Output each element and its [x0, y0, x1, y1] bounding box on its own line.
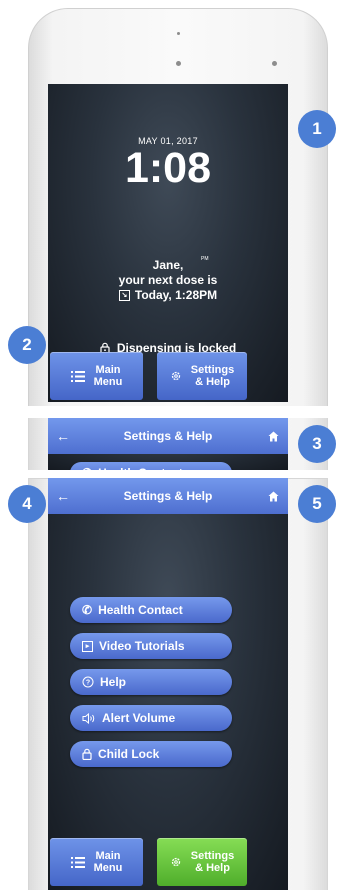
- main-menu-label: Main Menu: [93, 850, 123, 874]
- menu-item-health-contact[interactable]: ✆ Health Contact: [70, 597, 232, 623]
- menu-item-child-lock[interactable]: Child Lock: [70, 741, 232, 767]
- menu-list-icon: [70, 370, 85, 382]
- camera-left: [176, 61, 181, 66]
- settings-header-crop: ← Settings & Help ✆ Health Contact: [48, 418, 288, 470]
- main-menu-button[interactable]: Main Menu: [50, 352, 143, 400]
- callout-badge-4: 4: [8, 485, 46, 523]
- menu-item-health-contact-crop[interactable]: ✆ Health Contact: [70, 462, 232, 470]
- calendar-icon: ↘: [118, 290, 130, 301]
- menu-item-alert-volume[interactable]: Alert Volume: [70, 705, 232, 731]
- next-dose-time: Today, 1:28PM: [134, 288, 218, 302]
- settings-header-title: Settings & Help: [123, 429, 213, 443]
- phone-icon: ✆: [82, 466, 92, 470]
- callout-badge-3: 3: [298, 425, 336, 463]
- clock-time: 1:08: [124, 144, 212, 192]
- lock-screen: MAY 01, 2017 1:08 PM Jane, your next dos…: [48, 84, 288, 402]
- back-arrow-icon[interactable]: ←: [48, 488, 78, 504]
- next-dose-row: ↘ Today, 1:28PM: [48, 288, 288, 303]
- menu-item-help[interactable]: ? Help: [70, 669, 232, 695]
- menu-list-icon: [70, 856, 85, 868]
- speaker-icon: [82, 712, 96, 724]
- callout-badge-2: 2: [8, 326, 46, 364]
- gear-icon: [170, 856, 182, 868]
- gear-icon: [170, 370, 182, 382]
- main-menu-button[interactable]: Main Menu: [50, 838, 143, 886]
- home-icon[interactable]: [258, 491, 288, 502]
- settings-help-label: Settings & Help: [190, 850, 235, 874]
- back-arrow-icon[interactable]: ←: [48, 428, 78, 444]
- settings-header-title: Settings & Help: [123, 489, 213, 503]
- lock-icon: [82, 748, 92, 760]
- callout-badge-5: 5: [298, 485, 336, 523]
- settings-header: ← Settings & Help: [48, 478, 288, 514]
- sensor-dot: [177, 32, 180, 35]
- home-icon[interactable]: [258, 431, 288, 442]
- callout-badge-1: 1: [298, 110, 336, 148]
- phone-icon: ✆: [82, 603, 93, 617]
- camera-right: [272, 61, 277, 66]
- settings-help-button-active[interactable]: Settings & Help: [157, 838, 247, 886]
- menu-item-video-tutorials[interactable]: ▸ Video Tutorials: [70, 633, 232, 659]
- main-menu-label: Main Menu: [93, 364, 123, 388]
- greeting-line: your next dose is: [118, 273, 218, 287]
- help-icon: ?: [82, 676, 94, 688]
- greeting-name: Jane,: [152, 258, 184, 272]
- video-icon: ▸: [82, 640, 93, 652]
- settings-menu-screen: ← Settings & Help ✆ Health Contact ▸ Vid…: [48, 478, 288, 890]
- svg-text:?: ?: [86, 680, 90, 687]
- next-dose-message: Jane, your next dose is ↘ Today, 1:28PM: [48, 258, 288, 303]
- settings-header: ← Settings & Help: [48, 418, 288, 454]
- settings-help-button[interactable]: Settings & Help: [157, 352, 247, 400]
- settings-help-label: Settings & Help: [190, 364, 235, 388]
